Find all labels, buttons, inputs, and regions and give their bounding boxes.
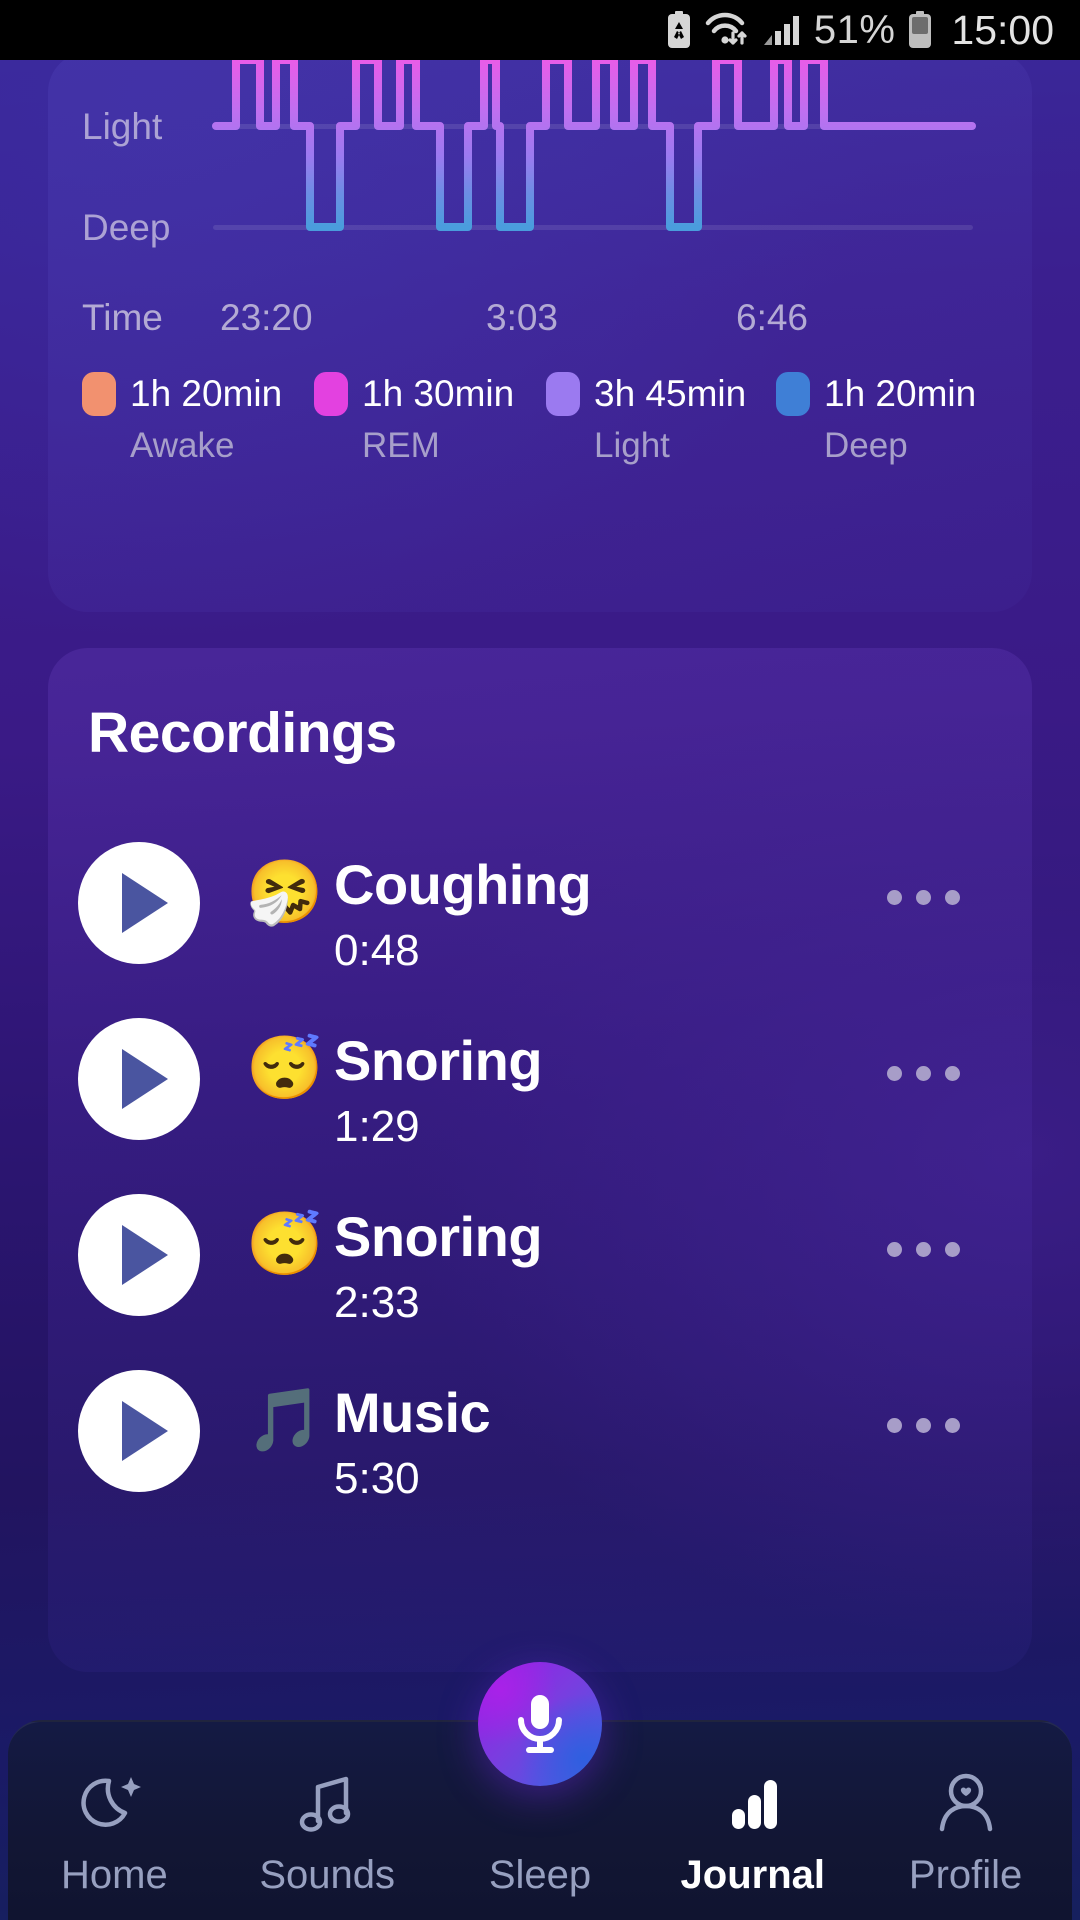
cellular-signal-icon [762, 11, 802, 49]
time-tick-2: 3:03 [486, 297, 559, 338]
recording-row-3[interactable]: 😴 Snoring 2:33 [48, 1168, 1032, 1344]
nav-label-sounds: Sounds [259, 1853, 396, 1897]
battery-icon [907, 11, 933, 49]
nav-label-profile: Profile [908, 1853, 1023, 1897]
play-icon [122, 1049, 168, 1109]
app-screen: 51% 15:00 Light Deep Time 23:20 3:03 6:4… [0, 0, 1080, 1920]
recording-name: Snoring [334, 1029, 543, 1092]
legend-value-light: 3h 45min [594, 373, 747, 414]
nav-label-home: Home [61, 1853, 168, 1897]
legend-value-deep: 1h 20min [824, 373, 977, 414]
record-fab-button[interactable] [478, 1662, 602, 1786]
legend-swatch-light [546, 372, 580, 416]
play-button[interactable] [78, 842, 200, 964]
recordings-card: Recordings 🤧 Coughing 0:48 😴 Snoring 1:2… [48, 648, 1032, 1672]
nav-item-profile[interactable]: Profile [859, 1720, 1072, 1920]
recording-name: Music [334, 1381, 491, 1444]
music-notes-icon [288, 1761, 366, 1847]
nav-item-sounds[interactable]: Sounds [221, 1720, 434, 1920]
moon-star-icon [75, 1761, 153, 1847]
recording-row-2[interactable]: 😴 Snoring 1:29 [48, 992, 1032, 1168]
legend-name-rem: REM [362, 426, 440, 465]
music-note-emoji: 🎵 [246, 1386, 324, 1455]
play-button[interactable] [78, 1194, 200, 1316]
wifi-icon [704, 11, 750, 49]
nav-label-journal: Journal [680, 1853, 826, 1897]
recording-row-4[interactable]: 🎵 Music 5:30 [48, 1344, 1032, 1520]
bar-chart-icon [714, 1761, 792, 1847]
legend-item-deep: 1h 20min Deep [776, 372, 986, 466]
time-axis-label: Time [82, 297, 163, 338]
play-button[interactable] [78, 1370, 200, 1492]
more-options-icon[interactable] [887, 890, 960, 905]
play-icon [122, 1225, 168, 1285]
legend-value-rem: 1h 30min [362, 373, 515, 414]
microphone-icon [518, 1695, 562, 1753]
recording-name: Snoring [334, 1205, 543, 1268]
person-icon [927, 1761, 1005, 1847]
sleeping-face-emoji: 😴 [246, 1210, 324, 1279]
sleep-stage-legend: 1h 20min Awake 1h 30min REM 3h 45min Lig… [82, 372, 1002, 466]
recording-row-1[interactable]: 🤧 Coughing 0:48 [48, 816, 1032, 992]
legend-item-awake: 1h 20min Awake [82, 372, 314, 466]
time-axis: Time 23:20 3:03 6:46 [48, 297, 1032, 353]
nav-item-journal[interactable]: Journal [646, 1720, 859, 1920]
recording-duration: 2:33 [334, 1278, 420, 1327]
legend-swatch-rem [314, 372, 348, 416]
recordings-list: 🤧 Coughing 0:48 😴 Snoring 1:29 😴 Snoring… [48, 816, 1032, 1520]
legend-name-awake: Awake [130, 426, 235, 465]
recording-duration: 0:48 [334, 926, 420, 975]
status-clock: 15:00 [951, 6, 1054, 53]
sleeping-face-emoji: 😴 [246, 1034, 324, 1103]
more-options-icon[interactable] [887, 1066, 960, 1081]
play-icon [122, 873, 168, 933]
legend-swatch-awake [82, 372, 116, 416]
recording-name: Coughing [334, 853, 592, 916]
battery-percent: 51% [813, 7, 896, 52]
status-bar: 51% 15:00 [0, 0, 1080, 60]
legend-name-deep: Deep [824, 426, 908, 465]
nav-item-home[interactable]: Home [8, 1720, 221, 1920]
legend-item-rem: 1h 30min REM [314, 372, 546, 466]
time-tick-1: 23:20 [220, 297, 313, 338]
recording-duration: 5:30 [334, 1454, 420, 1503]
time-tick-3: 6:46 [736, 297, 809, 338]
more-options-icon[interactable] [887, 1418, 960, 1433]
sleep-chart-card: Light Deep Time 23:20 3:03 6:46 1h 20min… [48, 52, 1032, 612]
recording-duration: 1:29 [334, 1102, 420, 1151]
legend-swatch-deep [776, 372, 810, 416]
recordings-title: Recordings [88, 701, 397, 765]
nav-label-sleep: Sleep [488, 1853, 592, 1897]
more-options-icon[interactable] [887, 1242, 960, 1257]
sneezing-face-emoji: 🤧 [246, 858, 324, 927]
play-icon [122, 1401, 168, 1461]
legend-value-awake: 1h 20min [130, 373, 283, 414]
battery-saver-icon [666, 11, 692, 49]
legend-name-light: Light [594, 426, 670, 465]
legend-item-light: 3h 45min Light [546, 372, 776, 466]
play-button[interactable] [78, 1018, 200, 1140]
